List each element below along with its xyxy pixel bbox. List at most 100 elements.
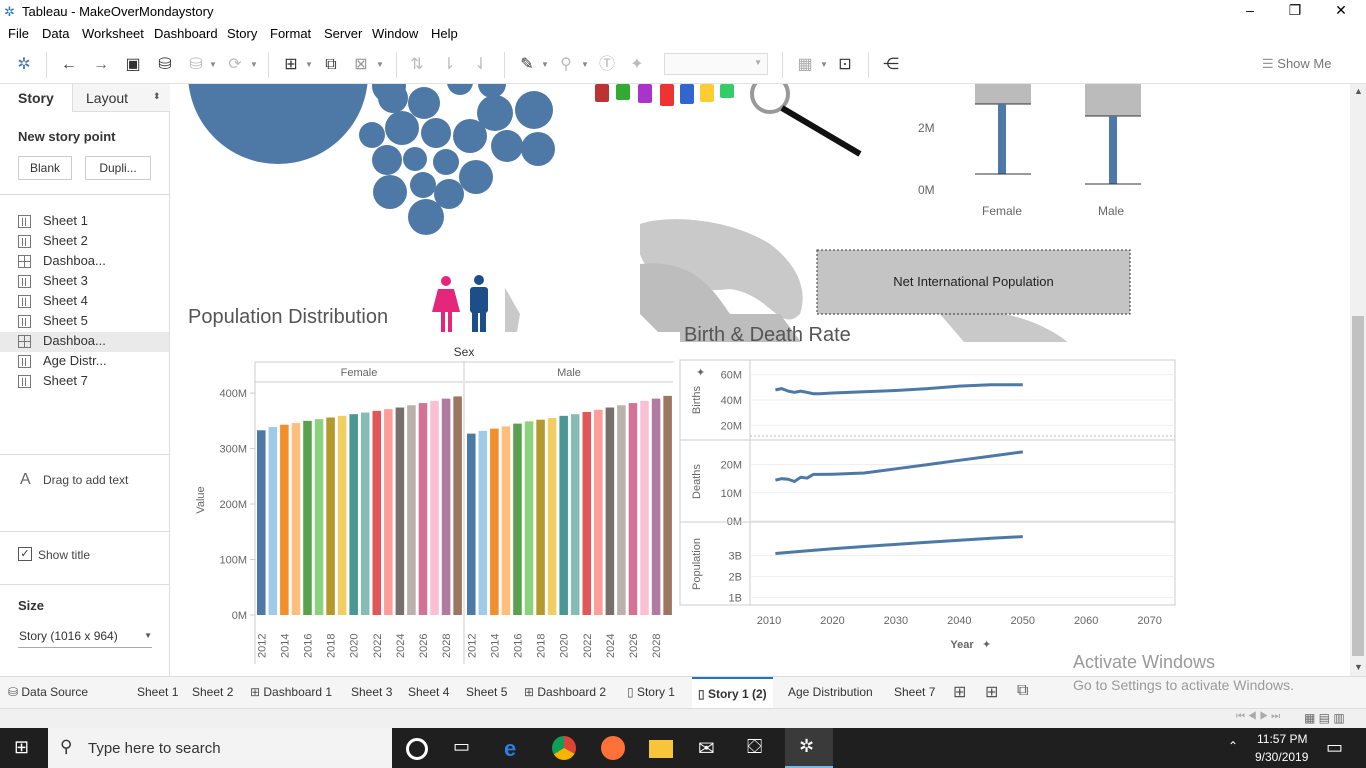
store-icon[interactable]: ⛋ <box>747 736 771 760</box>
chevron-down-icon[interactable]: ▼ <box>376 54 384 76</box>
fix-axes-icon[interactable]: ✦ <box>626 54 648 76</box>
group-icon[interactable]: ⚲ <box>555 54 577 76</box>
windows-start-icon[interactable]: ⊞ <box>14 737 29 758</box>
chevron-down-icon[interactable]: ▼ <box>250 54 258 76</box>
bottom-tab[interactable]: Sheet 2 <box>192 685 233 699</box>
notification-icon[interactable]: ▭ <box>1326 737 1343 758</box>
clock-time[interactable]: 11:57 PM <box>1257 732 1307 746</box>
sheet-list-item[interactable]: Sheet 4 <box>18 292 168 312</box>
bottom-tab[interactable]: Sheet 3 <box>351 685 392 699</box>
menu-worksheet[interactable]: Worksheet <box>82 26 144 41</box>
fit-dropdown[interactable]: ▼ <box>664 53 768 75</box>
refresh-icon[interactable]: ⟳ <box>224 54 246 76</box>
nav-arrows-icon[interactable]: ⏮ ◀ ▶ ⏭ <box>1236 711 1280 722</box>
swap-icon[interactable]: ⇅ <box>406 54 428 76</box>
bottom-tab[interactable]: ▯ Story 1 (2) <box>692 677 773 709</box>
sheet-list-item[interactable]: Age Distr... <box>18 352 168 372</box>
undo-icon[interactable]: ← <box>58 54 80 76</box>
tableau-taskbar-item[interactable]: ✲ <box>785 728 833 768</box>
sheet-list-item[interactable]: Sheet 7 <box>18 372 168 392</box>
menu-window[interactable]: Window <box>372 26 418 41</box>
chevron-down-icon[interactable]: ▼ <box>820 54 828 76</box>
size-dropdown[interactable]: Story (1016 x 964) ▼ <box>18 628 152 648</box>
highlight-icon[interactable]: ✎ <box>516 54 538 76</box>
task-view-icon[interactable]: ▭ <box>453 736 477 760</box>
sheet-list-item[interactable]: Sheet 1 <box>18 212 168 232</box>
new-worksheet-icon[interactable]: ⊞ <box>280 54 302 76</box>
bar-panel-header: Female <box>341 367 378 379</box>
drag-to-add-text[interactable]: Drag to add text <box>43 473 128 487</box>
show-cards-icon[interactable]: ▦ <box>794 54 816 76</box>
tableau-home-icon[interactable]: ✲ <box>13 54 35 76</box>
grid-view-icon[interactable]: ▦ ▤ ▥ <box>1304 711 1345 725</box>
chevron-down-icon[interactable]: ▼ <box>209 54 217 76</box>
chevron-down-icon[interactable]: ▼ <box>581 54 589 76</box>
tab-story[interactable]: Story <box>0 84 72 112</box>
sheet-list-item[interactable]: Dashboa... <box>18 252 168 272</box>
new-story-icon[interactable]: ⧉ <box>1017 682 1028 700</box>
net-intl-button-label[interactable]: Net International Population <box>817 274 1130 289</box>
new-datasource-icon[interactable]: ⛁ <box>154 54 176 76</box>
menu-server[interactable]: Server <box>324 26 362 41</box>
menu-format[interactable]: Format <box>270 26 311 41</box>
scroll-down-icon[interactable]: ▼ <box>1354 662 1363 672</box>
blank-button[interactable]: Blank <box>18 156 72 180</box>
menu-story[interactable]: Story <box>227 26 257 41</box>
duplicate-button[interactable]: Dupli... <box>85 156 151 180</box>
bar-xtick-label: 2014 <box>279 634 291 658</box>
chevron-down-icon[interactable]: ▼ <box>541 54 549 76</box>
bottom-tab[interactable]: Age Distribution <box>788 685 873 699</box>
bottom-tab[interactable]: Sheet 4 <box>408 685 449 699</box>
minimize-button[interactable]: – <box>1230 2 1270 18</box>
bottom-tab[interactable]: ⊞ Dashboard 1 <box>250 685 332 699</box>
save-icon[interactable]: ▣ <box>122 54 144 76</box>
taskbar-search[interactable]: ⚲ Type here to search <box>48 728 392 768</box>
sort-ascending-icon[interactable]: ⇂ <box>438 54 460 76</box>
bar <box>524 421 534 615</box>
sheet-list-item[interactable]: Sheet 3 <box>18 272 168 292</box>
line-chart-bg <box>678 342 1178 612</box>
show-title-checkbox[interactable]: ✓ <box>18 547 32 561</box>
bottom-tab[interactable]: Sheet 1 <box>137 685 178 699</box>
scrollbar-thumb[interactable] <box>1352 316 1364 656</box>
share-icon[interactable]: ⋲ <box>880 54 902 76</box>
clear-sheet-icon[interactable]: ⊠ <box>350 54 372 76</box>
chrome-icon[interactable] <box>552 736 576 760</box>
vertical-scrollbar[interactable]: ▲ ▼ <box>1350 84 1366 676</box>
menu-data[interactable]: Data <box>42 26 69 41</box>
firefox-icon[interactable] <box>601 736 625 760</box>
labels-icon[interactable]: Ⓣ <box>596 54 618 76</box>
chevron-down-icon[interactable]: ▼ <box>305 54 313 76</box>
bottom-tab[interactable]: Sheet 5 <box>466 685 507 699</box>
mail-icon[interactable]: ✉ <box>698 736 722 760</box>
presentation-mode-icon[interactable]: ⊡ <box>834 54 856 76</box>
clock-date[interactable]: 9/30/2019 <box>1255 750 1308 764</box>
redo-icon[interactable]: → <box>90 54 112 76</box>
bottom-tab[interactable]: ▯ Story 1 <box>627 685 675 699</box>
bottom-tab[interactable]: ⊞ Dashboard 2 <box>524 685 606 699</box>
show-me-button[interactable]: ☰ Show Me <box>1262 56 1331 72</box>
chevron-up-icon[interactable]: ⌃ <box>1228 739 1238 753</box>
menu-help[interactable]: Help <box>431 26 458 41</box>
new-worksheet-icon[interactable]: ⊞ <box>953 682 966 702</box>
story-canvas: Female Male 400M 300M 200M 100M 0M Value 2012 201… <box>170 84 1350 676</box>
tab-layout[interactable]: Layout ⬍ <box>72 84 170 112</box>
menu-dashboard[interactable]: Dashboard <box>154 26 218 41</box>
file-explorer-icon[interactable] <box>649 740 673 758</box>
sheet-list-item[interactable]: Dashboa... <box>0 332 169 352</box>
sort-descending-icon[interactable]: ⇃ <box>470 54 492 76</box>
menu-file[interactable]: File <box>8 26 29 41</box>
cortana-icon[interactable] <box>406 738 428 760</box>
edge-icon[interactable]: e <box>504 736 528 761</box>
sheet-list-item[interactable]: Sheet 5 <box>18 312 168 332</box>
sheet-list-item[interactable]: Sheet 2 <box>18 232 168 252</box>
duplicate-sheet-icon[interactable]: ⧉ <box>320 54 342 76</box>
bottom-tab[interactable]: Sheet 7 <box>894 685 935 699</box>
new-dashboard-icon[interactable]: ⊞ <box>985 682 998 702</box>
scroll-up-icon[interactable]: ▲ <box>1354 86 1363 96</box>
show-me-label: Show Me <box>1277 56 1332 71</box>
bottom-tab[interactable]: ⛁ Data Source <box>8 685 88 699</box>
maximize-button[interactable]: ❐ <box>1275 2 1315 19</box>
pause-updates-icon[interactable]: ⛁ <box>185 54 207 76</box>
close-button[interactable]: ✕ <box>1321 2 1361 19</box>
